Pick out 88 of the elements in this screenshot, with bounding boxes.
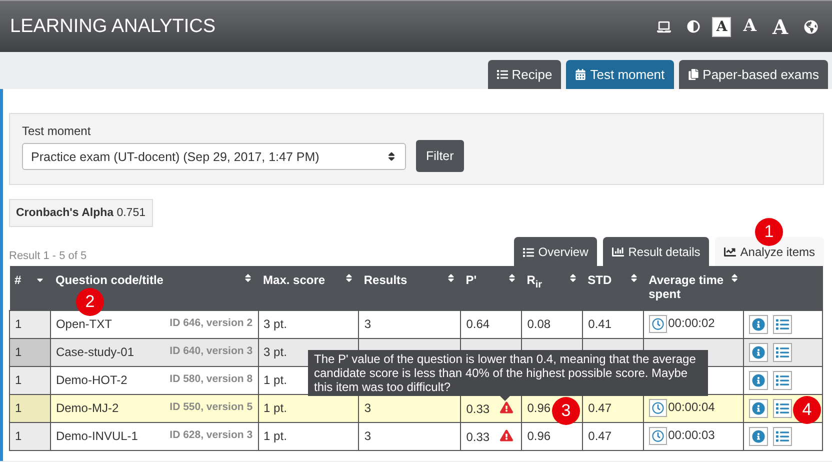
calendar-icon	[575, 69, 586, 80]
contrast-icon[interactable]	[687, 20, 700, 33]
p-value: 0.33	[466, 402, 490, 416]
font-size-button[interactable]: A	[768, 14, 792, 40]
table-cell: 1 pt.	[258, 394, 359, 422]
sort-icon[interactable]	[243, 273, 254, 283]
clock-icon[interactable]	[649, 315, 668, 333]
sort-icon[interactable]	[731, 273, 739, 283]
table-cell: 0.41	[582, 310, 644, 338]
table-cell: 3	[358, 394, 461, 422]
info-icon[interactable]	[749, 398, 768, 418]
column-header[interactable]: Question code/title	[55, 273, 164, 287]
view-tab[interactable]: Analyze items	[715, 237, 824, 266]
table-cell: 3	[358, 310, 461, 338]
column-header[interactable]: R$_{ir}$	[526, 273, 542, 290]
question-title: Demo-INVUL-1	[56, 429, 138, 443]
column-header[interactable]: STD	[588, 273, 612, 287]
list-icon[interactable]	[773, 314, 792, 334]
info-icon[interactable]	[749, 314, 768, 334]
list-icon[interactable]	[773, 426, 792, 446]
clock-icon[interactable]	[649, 427, 668, 445]
table-cell: 1	[10, 366, 50, 394]
laptop-icon[interactable]	[657, 20, 672, 34]
question-title: Open-TXT	[56, 317, 112, 331]
tooltip: The P' value of the question is lower than 0.4, meaning that the average candidate score is less than 40% of the highest possible score. Maybe this item was too difficult?	[308, 350, 708, 396]
table-cell: 0.47	[582, 422, 644, 450]
sort-icon[interactable]	[344, 273, 354, 283]
list-icon	[523, 246, 534, 258]
p-value: 0.64	[466, 317, 490, 331]
time-value: 00:00:04	[668, 400, 715, 414]
question-id: ID 640, version 3	[170, 345, 253, 357]
cronbach-alpha: Cronbach's Alpha 0.751	[9, 199, 152, 227]
sort-icon[interactable]	[628, 273, 639, 283]
question-id: ID 646, version 2	[170, 317, 253, 329]
question-title: Demo-MJ-2	[56, 401, 119, 415]
column-header[interactable]: Max. score	[263, 273, 326, 287]
question-id: ID 550, version 5	[170, 401, 253, 413]
list-icon[interactable]	[773, 342, 792, 362]
question-title: Demo-HOT-2	[56, 373, 128, 387]
table-cell: 1	[10, 310, 50, 338]
table-cell: 1	[10, 338, 50, 366]
table-cell: 3	[358, 422, 461, 450]
copy-icon	[688, 69, 699, 80]
table-cell: 0.96	[522, 422, 583, 450]
clock-icon[interactable]	[649, 399, 668, 417]
view-tab[interactable]: Overview	[514, 237, 598, 266]
warning-icon[interactable]	[500, 400, 513, 414]
list-icon	[496, 69, 508, 80]
table-cell: 1	[10, 394, 50, 422]
column-header[interactable]: Results	[364, 273, 408, 287]
font-size-button[interactable]: A	[739, 15, 760, 38]
main-tab[interactable]: Test moment	[566, 60, 674, 89]
table-cell: 3 pt.	[258, 310, 359, 338]
bar-chart-icon	[612, 246, 624, 258]
question-id: ID 628, version 3	[170, 429, 253, 441]
question-id: ID 580, version 8	[170, 373, 253, 385]
tooltip-arrow-icon	[500, 396, 510, 401]
sort-icon[interactable]	[568, 273, 578, 283]
filter-button[interactable]: Filter	[416, 140, 464, 172]
table-cell: 0.47	[582, 394, 644, 422]
table-cell: 1	[10, 422, 50, 450]
list-icon[interactable]	[773, 370, 792, 390]
view-tab[interactable]: Result details	[603, 237, 710, 266]
question-title: Case-study-01	[56, 345, 134, 359]
sort-icon[interactable]	[506, 273, 517, 283]
table-cell: 1 pt.	[258, 422, 359, 450]
info-icon[interactable]	[749, 426, 768, 446]
column-header[interactable]: P'	[466, 273, 477, 287]
column-header[interactable]: #	[14, 273, 22, 287]
line-chart-icon	[724, 246, 736, 258]
globe-icon[interactable]	[804, 20, 818, 34]
info-icon[interactable]	[749, 342, 768, 362]
warning-icon[interactable]	[500, 428, 513, 442]
sort-icon[interactable]	[446, 273, 456, 283]
table-cell: 0.08	[522, 310, 583, 338]
app-title: LEARNING ANALYTICS	[10, 16, 216, 38]
main-tab[interactable]: Paper-based exams	[678, 60, 828, 89]
time-value: 00:00:03	[668, 428, 715, 442]
font-size-button[interactable]: A	[712, 16, 732, 36]
select-caret-icon	[386, 151, 397, 162]
p-value: 0.33	[466, 430, 490, 444]
field-label: Test moment	[22, 124, 92, 138]
time-value: 00:00:02	[668, 316, 715, 330]
list-icon[interactable]	[773, 398, 792, 418]
main-tab[interactable]: Recipe	[488, 60, 562, 89]
info-icon[interactable]	[749, 370, 768, 390]
result-count: Result 1 - 5 of 5	[9, 250, 87, 262]
test-moment-select[interactable]: Practice exam (UT-docent) (Sep 29, 2017, 1:47 PM)	[22, 143, 406, 170]
